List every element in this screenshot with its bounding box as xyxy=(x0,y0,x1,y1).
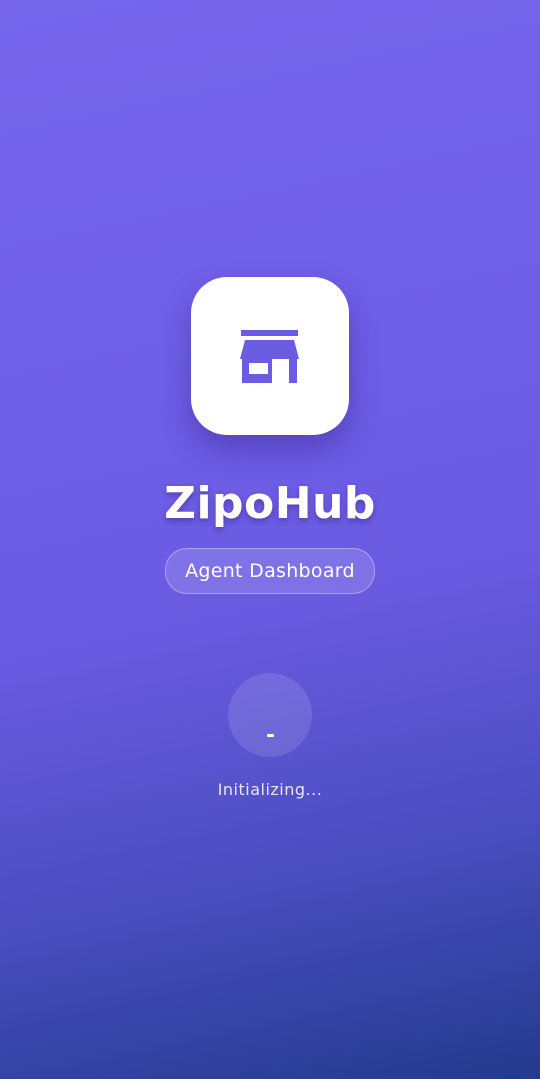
loading-indicator-dash xyxy=(267,734,274,737)
store-icon xyxy=(240,330,299,383)
loading-spinner xyxy=(228,673,312,757)
subtitle-label: Agent Dashboard xyxy=(185,560,355,582)
splash-screen: ZipoHub Agent Dashboard Initializing... xyxy=(0,0,540,1079)
subtitle-badge: Agent Dashboard xyxy=(165,548,375,594)
status-text: Initializing... xyxy=(217,780,323,799)
app-logo-tile xyxy=(191,277,349,435)
app-name: ZipoHub xyxy=(164,478,376,529)
